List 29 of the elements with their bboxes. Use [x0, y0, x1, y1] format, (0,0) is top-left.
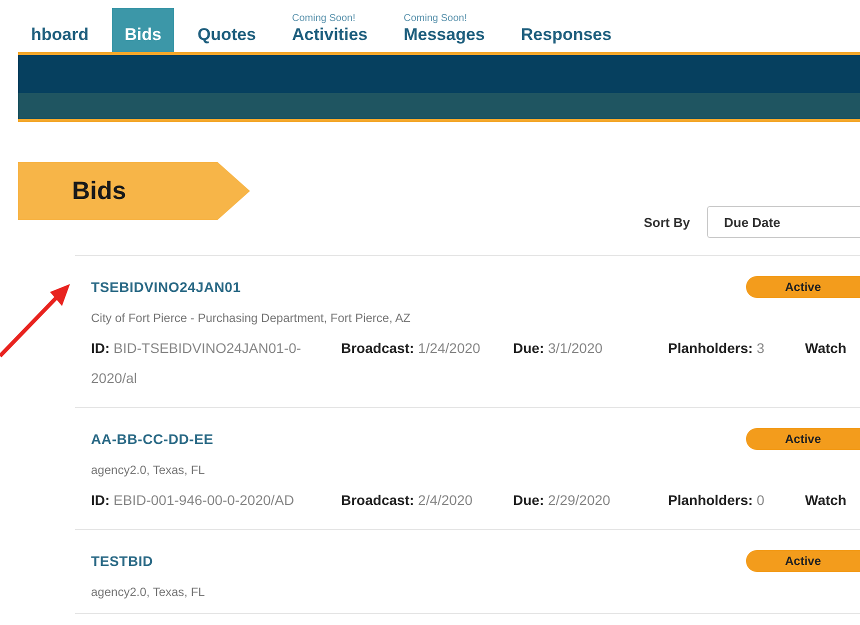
sort-label: Sort By: [644, 214, 690, 230]
nav-tab[interactable]: hboard: [18, 8, 102, 55]
status-badge: Active: [746, 428, 860, 450]
agency-text: agency2.0, Texas, FL: [91, 463, 206, 477]
agency-text: City of Fort Pierce - Purchasing Department, Fort Pierce, AZ: [91, 311, 412, 325]
agency-text: agency2.0, Texas, FL: [91, 585, 206, 599]
bid-detail: ID: BID-TSEBIDVINO24JAN01-0-2020/al: [91, 339, 302, 388]
nav-tab[interactable]: Quotes: [184, 8, 270, 55]
bid-detail: Due: 2/29/2020: [513, 491, 612, 510]
sort-select[interactable]: Due Date: [707, 206, 860, 238]
page-title: Bids: [18, 162, 250, 220]
bid-title-link[interactable]: TESTBID: [91, 553, 153, 569]
bid-title-link[interactable]: AA-BB-CC-DD-EE: [91, 431, 214, 447]
bid-detail: Broadcast: 1/24/2020: [341, 339, 482, 358]
coming-soon-note: Coming Soon!: [404, 13, 467, 24]
status-badge: Active: [746, 276, 860, 298]
bid-title-link[interactable]: TSEBIDVINO24JAN01: [91, 279, 241, 295]
bid-detail: ID: EBID-001-946-00-0-2020/AD: [91, 491, 296, 510]
bid-detail: Planholders: 0: [668, 491, 766, 510]
nav-tab[interactable]: Responses: [508, 8, 625, 55]
bid-detail: Watch: [805, 491, 848, 510]
coming-soon-note: Coming Soon!: [292, 13, 356, 24]
bid-detail: Planholders: 3: [668, 339, 766, 358]
nav-tab[interactable]: Coming Soon! Activities: [279, 8, 381, 55]
bid-detail: Due: 3/1/2020: [513, 339, 604, 358]
status-badge: Active: [746, 550, 860, 572]
bid-detail: Broadcast: 2/4/2020: [341, 491, 474, 510]
bid-detail: Watch: [805, 339, 848, 358]
nav-tab[interactable]: Coming Soon! Messages: [390, 8, 498, 55]
